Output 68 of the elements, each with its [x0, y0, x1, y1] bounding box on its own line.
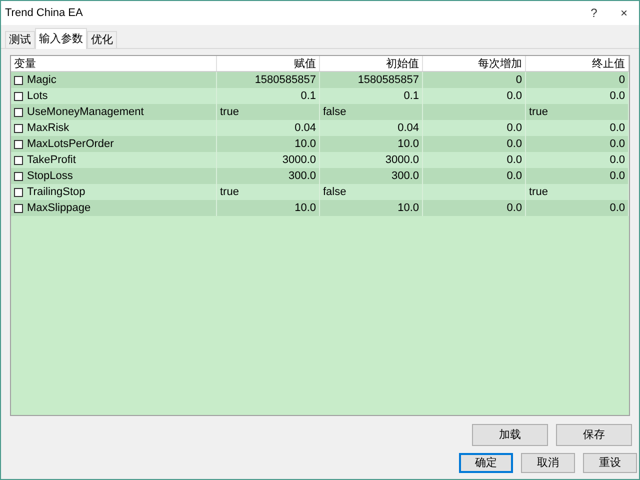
table-cell: false [323, 106, 346, 118]
parameter-name: MaxLotsPerOrder [27, 136, 114, 152]
tab[interactable]: 优化 [87, 31, 117, 48]
table-cell: 0.1 [404, 90, 419, 102]
parameter-name: TakeProfit [27, 152, 76, 168]
parameter-name: StopLoss [27, 168, 73, 184]
window-title: Trend China EA [5, 6, 83, 21]
table-cell: 0.0 [506, 90, 522, 102]
checkbox[interactable] [14, 188, 23, 196]
table-cell: true [529, 186, 548, 198]
table-cell: 0.0 [610, 170, 625, 182]
table-cell: 10.0 [294, 202, 316, 214]
column-header[interactable]: 终止值 [526, 56, 629, 71]
table-cell: 0.0 [610, 202, 625, 214]
save-button[interactable]: 保存 [556, 424, 632, 446]
column-header[interactable]: 初始值 [320, 56, 423, 71]
parameter-name: MaxRisk [27, 120, 70, 136]
column-header[interactable]: 每次增加 [423, 56, 526, 71]
table-cell: 3000.0 [385, 154, 419, 166]
table-cell: 0.0 [610, 154, 625, 166]
table-cell: 10.0 [398, 138, 419, 150]
table-cell: 0.0 [610, 90, 625, 102]
table-cell: 1580585857 [254, 74, 316, 86]
table-cell: 0.04 [398, 122, 419, 134]
table-cell: 0.0 [506, 170, 522, 182]
tab[interactable]: 测试 [5, 31, 35, 48]
table-cell: 0.0 [506, 138, 522, 150]
checkbox[interactable] [14, 76, 23, 84]
cancel-button[interactable]: 取消 [521, 453, 575, 473]
close-button[interactable]: × [609, 1, 639, 25]
checkbox[interactable] [14, 172, 23, 180]
help-button[interactable]: ? [579, 1, 609, 25]
table-cell: 0.0 [506, 202, 522, 214]
table-cell: 0.0 [506, 154, 522, 166]
checkbox[interactable] [14, 108, 23, 116]
table-cell: 3000.0 [282, 154, 316, 166]
reset-button[interactable]: 重设 [583, 453, 637, 473]
parameter-name: Magic [27, 72, 56, 88]
tab[interactable]: 输入参数 [35, 28, 87, 49]
checkbox[interactable] [14, 156, 23, 164]
load-button[interactable]: 加载 [472, 424, 548, 446]
table-cell: false [323, 186, 346, 198]
column-header[interactable]: 赋值 [217, 56, 320, 71]
table-cell: true [220, 106, 239, 118]
parameter-name: UseMoneyManagement [27, 104, 144, 120]
checkbox[interactable] [14, 92, 23, 100]
table-cell: 0.0 [610, 122, 625, 134]
checkbox[interactable] [14, 140, 23, 148]
parameter-name: MaxSlippage [27, 200, 91, 216]
column-header[interactable]: 变量 [11, 56, 217, 71]
table-cell: 0.04 [294, 122, 316, 134]
table-cell: 300.0 [391, 170, 419, 182]
table-cell: 10.0 [294, 138, 316, 150]
parameter-name: TrailingStop [27, 184, 86, 200]
table-cell: 0.1 [300, 90, 316, 102]
table-cell: 1580585857 [358, 74, 419, 86]
table-cell: true [220, 186, 239, 198]
table-cell: 0 [516, 74, 522, 86]
table-cell: 0 [618, 74, 625, 86]
parameter-name: Lots [27, 88, 48, 104]
checkbox[interactable] [14, 204, 23, 212]
table-cell: true [529, 106, 548, 118]
table-cell: 300.0 [288, 170, 316, 182]
table-cell: 0.0 [610, 138, 625, 150]
checkbox[interactable] [14, 124, 23, 132]
ok-button[interactable]: 确定 [459, 453, 513, 473]
table-cell: 10.0 [398, 202, 419, 214]
table-cell: 0.0 [506, 122, 522, 134]
